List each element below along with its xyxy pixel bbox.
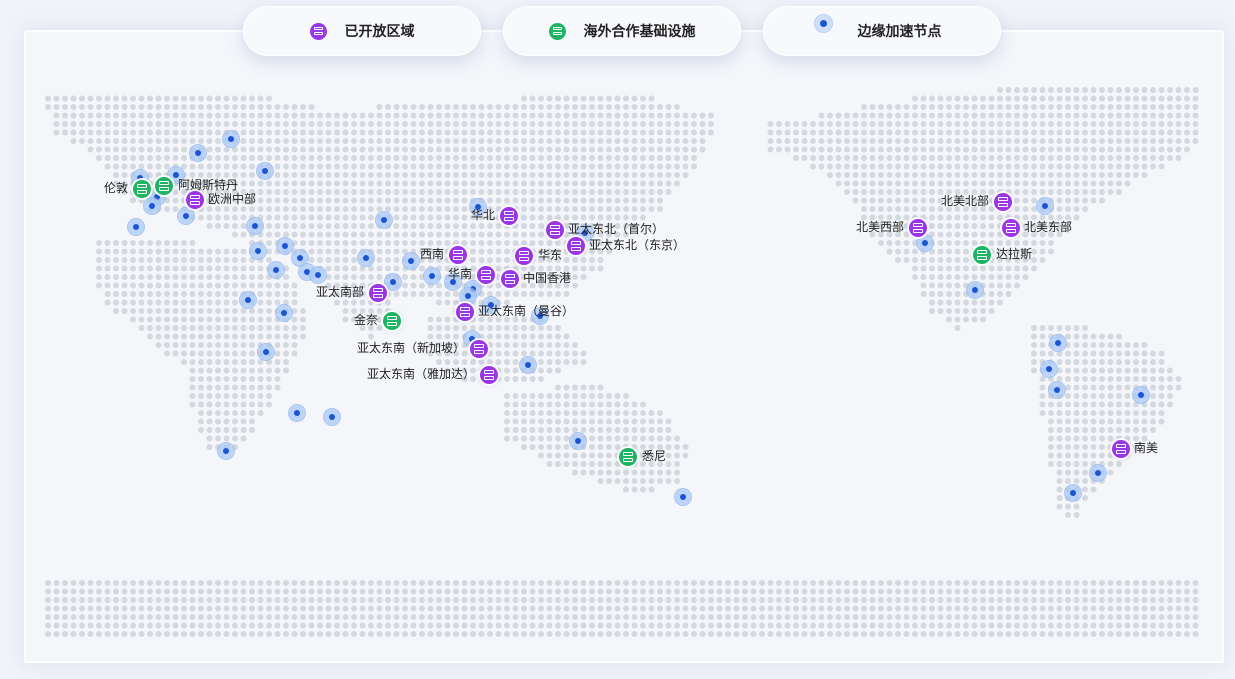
legend-open-regions-label: 已开放区域 — [344, 24, 415, 40]
partner-marker[interactable] — [383, 312, 401, 330]
legend-edge-nodes[interactable]: 边缘加速节点 — [763, 6, 1001, 56]
edge-node-dot[interactable] — [268, 262, 284, 278]
edge-node-dot[interactable] — [570, 433, 586, 449]
region-marker[interactable] — [909, 219, 927, 237]
partner-label: 阿姆斯特丹 — [178, 178, 239, 192]
edge-node-dot[interactable] — [247, 218, 263, 234]
edge-node-dot[interactable] — [1133, 387, 1149, 403]
region-marker[interactable] — [501, 270, 519, 288]
edge-node-dot[interactable] — [240, 292, 256, 308]
edge-node-dot[interactable] — [223, 131, 239, 147]
partner-label: 伦敦 — [104, 181, 129, 195]
edge-node-dot[interactable] — [257, 163, 273, 179]
region-marker[interactable] — [470, 340, 488, 358]
server-rack-icon — [309, 22, 327, 40]
region-marker[interactable] — [515, 247, 533, 265]
region-marker[interactable] — [567, 237, 585, 255]
edge-node-dot[interactable] — [276, 305, 292, 321]
edge-node-dot[interactable] — [250, 243, 266, 259]
edge-node-dot[interactable] — [1037, 198, 1053, 214]
edge-node-dot[interactable] — [403, 253, 419, 269]
region-marker[interactable] — [456, 303, 474, 321]
region-label: 亚太东北（首尔） — [568, 222, 665, 236]
edge-node-dot[interactable] — [424, 268, 440, 284]
legend-partner-infra[interactable]: 海外合作基础设施 — [503, 6, 741, 56]
region-marker[interactable] — [449, 246, 467, 264]
region-label: 亚太东北（东京） — [589, 238, 686, 252]
edge-node-dot[interactable] — [376, 212, 392, 228]
edge-node-dot[interactable] — [310, 267, 326, 283]
edge-node-dot[interactable] — [1041, 361, 1057, 377]
region-label: 亚太东南（曼谷） — [478, 304, 575, 318]
region-label: 亚太南部 — [316, 285, 365, 299]
edge-node-dot[interactable] — [675, 489, 691, 505]
region-label: 西南 — [420, 247, 445, 261]
region-marker[interactable] — [1112, 440, 1130, 458]
region-marker[interactable] — [477, 266, 495, 284]
region-label: 北美北部 — [941, 194, 990, 208]
region-label: 亚太东南（雅加达） — [367, 367, 476, 381]
edge-node-dot[interactable] — [385, 274, 401, 290]
region-marker[interactable] — [500, 207, 518, 225]
region-label: 华北 — [471, 208, 496, 222]
region-label: 北美东部 — [1024, 220, 1073, 234]
edge-node-dot[interactable] — [144, 198, 160, 214]
edge-node-dot[interactable] — [520, 357, 536, 373]
edge-node-dot[interactable] — [967, 282, 983, 298]
edge-node-dot[interactable] — [128, 219, 144, 235]
region-marker[interactable] — [1002, 219, 1020, 237]
region-label: 北美西部 — [856, 220, 905, 234]
region-marker[interactable] — [369, 284, 387, 302]
edge-node-dot[interactable] — [218, 443, 234, 459]
edge-node-dot[interactable] — [178, 208, 194, 224]
edge-node-dot[interactable] — [358, 250, 374, 266]
region-marker[interactable] — [546, 221, 564, 239]
partner-marker[interactable] — [619, 448, 637, 466]
edge-node-dot[interactable] — [289, 405, 305, 421]
legend-partner-infra-label: 海外合作基础设施 — [583, 24, 696, 40]
edge-node-dot[interactable] — [917, 235, 933, 251]
edge-node-dot[interactable] — [324, 409, 340, 425]
edge-node-dot[interactable] — [460, 288, 476, 304]
region-label: 中国香港 — [523, 271, 572, 285]
edge-node-dot[interactable] — [1049, 382, 1065, 398]
edge-node-dot[interactable] — [258, 344, 274, 360]
partner-marker[interactable] — [973, 246, 991, 264]
partner-label: 悉尼 — [642, 449, 667, 463]
region-marker[interactable] — [480, 366, 498, 384]
partner-label: 达拉斯 — [996, 247, 1033, 261]
edge-node-icon — [814, 14, 832, 32]
edge-node-dot[interactable] — [277, 238, 293, 254]
legend-edge-nodes-label: 边缘加速节点 — [857, 24, 942, 40]
region-label: 亚太东南（新加坡） — [357, 341, 466, 355]
partner-label: 金奈 — [354, 313, 379, 327]
region-label: 华东 — [538, 248, 563, 262]
region-marker[interactable] — [186, 191, 204, 209]
edge-node-dot[interactable] — [190, 145, 206, 161]
partner-marker[interactable] — [155, 177, 173, 195]
edge-node-dot[interactable] — [1065, 485, 1081, 501]
server-rack-icon — [548, 22, 566, 40]
region-label: 欧洲中部 — [208, 192, 257, 206]
legend-open-regions[interactable]: 已开放区域 — [243, 6, 481, 56]
partner-marker[interactable] — [133, 180, 151, 198]
region-label: 南美 — [1134, 441, 1159, 455]
edge-node-dot[interactable] — [1050, 335, 1066, 351]
region-marker[interactable] — [994, 193, 1012, 211]
edge-node-dot[interactable] — [1090, 465, 1106, 481]
region-label: 华南 — [448, 267, 473, 281]
